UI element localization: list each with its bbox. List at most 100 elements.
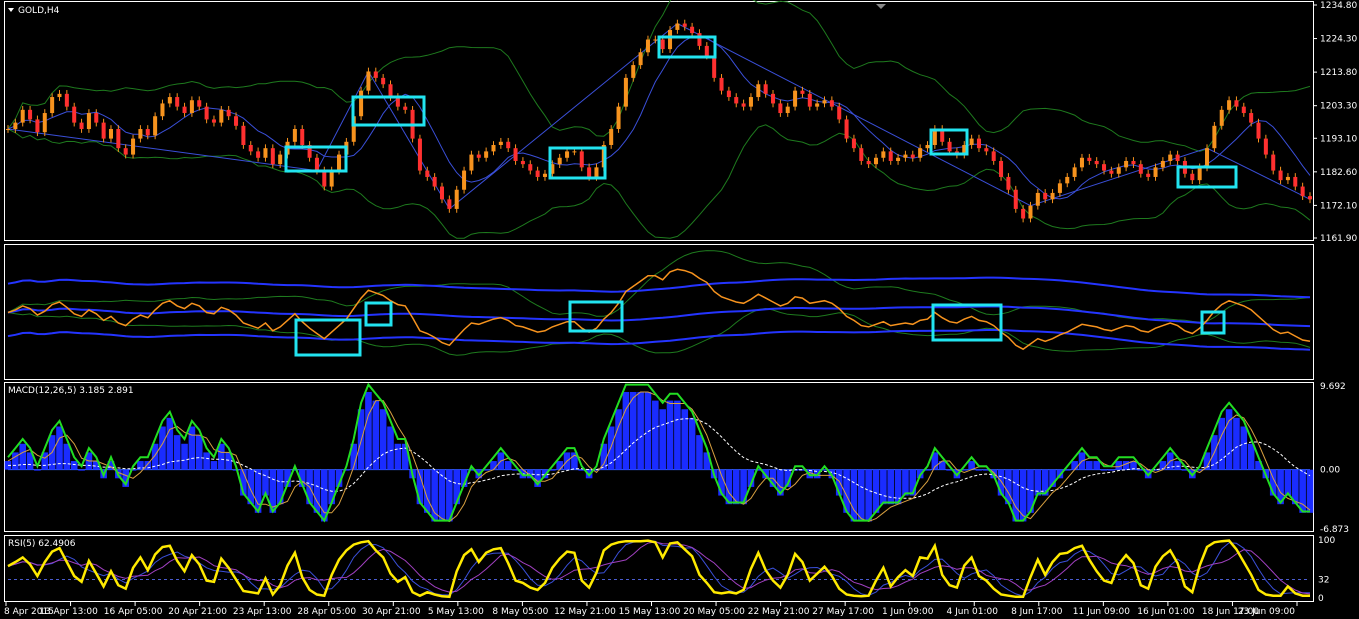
candle-body xyxy=(587,167,592,177)
candle-body xyxy=(270,148,275,165)
candle-body xyxy=(918,148,923,158)
macd-histogram-bar xyxy=(431,469,438,522)
macd-histogram-bar xyxy=(865,469,872,522)
candle-body xyxy=(579,151,584,168)
candle-body xyxy=(668,29,673,50)
candle-body xyxy=(373,71,378,78)
macd-histogram-bar xyxy=(70,461,78,470)
candle-body xyxy=(1256,122,1261,139)
candle-body xyxy=(5,129,11,131)
time-tick-label: 5 May 13:00 xyxy=(428,607,484,617)
candle-body xyxy=(1006,176,1011,190)
macd-histogram-bar xyxy=(629,391,637,470)
candle-body xyxy=(771,93,776,104)
macd-histogram-bar xyxy=(902,469,909,496)
candle-body xyxy=(300,129,305,145)
candle-body xyxy=(557,157,562,165)
macd-histogram-bar xyxy=(1233,417,1240,470)
candle-body xyxy=(609,129,614,145)
oscillator-plot xyxy=(7,250,1311,357)
candle-body xyxy=(1079,157,1084,168)
macd-tick-label: 9.692 xyxy=(1320,382,1346,392)
macd-histogram-bar xyxy=(696,435,703,470)
candle-body xyxy=(204,106,209,120)
price-tick-label: 1182.60 xyxy=(1320,168,1357,178)
time-tick-label: 8 Jun 17:00 xyxy=(1011,607,1063,617)
candle-body xyxy=(623,77,628,107)
candle-body xyxy=(1241,106,1246,114)
candle-body xyxy=(388,84,393,98)
candle-body xyxy=(1175,154,1180,161)
candle-body xyxy=(1271,154,1276,171)
candle-body xyxy=(462,170,467,190)
candle-body xyxy=(432,176,437,187)
macd-histogram-bar xyxy=(365,391,372,470)
symbol-dropdown-icon[interactable] xyxy=(8,8,14,12)
candle-body xyxy=(844,119,849,139)
price-tick-label: 1213.80 xyxy=(1320,68,1357,78)
candle-body xyxy=(86,113,91,130)
macd-histogram-bar xyxy=(218,443,225,470)
candle-body xyxy=(1227,100,1232,110)
candle-body xyxy=(322,170,327,187)
candle-body xyxy=(241,125,246,145)
candle-body xyxy=(101,122,106,139)
macd-histogram-bar xyxy=(857,469,865,522)
candle-body xyxy=(108,129,113,139)
rsi-plot xyxy=(7,539,1311,599)
candle-body xyxy=(1278,170,1283,181)
candle-body xyxy=(359,90,364,117)
candle-body xyxy=(903,154,908,158)
candle-body xyxy=(476,154,481,158)
price-tick-label: 1172.10 xyxy=(1320,201,1357,211)
candle-body xyxy=(697,33,702,46)
candle-body xyxy=(72,106,77,123)
candle-body xyxy=(1050,192,1055,200)
macd-histogram-bar xyxy=(880,469,887,505)
candle-body xyxy=(535,170,540,177)
candle-body xyxy=(1293,176,1298,187)
candle-body xyxy=(484,151,489,158)
candle-body xyxy=(1131,160,1136,165)
candle-body xyxy=(896,157,901,161)
macd-histogram-bar xyxy=(659,409,666,470)
candle-body xyxy=(498,141,503,145)
candle-body xyxy=(1072,167,1077,177)
macd-histogram-bar xyxy=(1240,426,1248,470)
macd-histogram-bar xyxy=(63,443,71,470)
chart-shift-marker-icon[interactable] xyxy=(876,4,886,9)
macd-histogram-bar xyxy=(622,391,630,470)
candle-body xyxy=(719,77,724,91)
moving-average-line xyxy=(7,35,1311,200)
candle-body xyxy=(189,100,194,114)
candle-body xyxy=(785,106,790,114)
candle-body xyxy=(263,148,268,158)
candle-body xyxy=(763,84,768,94)
time-tick-label: 8 May 05:00 xyxy=(492,607,548,617)
macd-histogram-bar xyxy=(34,469,41,471)
macd-histogram-bar xyxy=(887,469,895,505)
candle-body xyxy=(807,93,812,107)
chart-svg: GOLD,H4 MACD(12,26,5) 3.185 2.891 RSI(5)… xyxy=(4,0,1357,617)
candle-body xyxy=(1285,176,1290,181)
time-tick-label: 27 May 17:00 xyxy=(812,607,874,617)
macd-slow-line xyxy=(7,391,1311,523)
candle-body xyxy=(248,144,253,152)
candle-body xyxy=(403,106,408,110)
macd-histogram-bar xyxy=(1218,417,1226,470)
candle-body xyxy=(925,144,930,149)
candle-body xyxy=(991,151,996,161)
candle-body xyxy=(1300,186,1305,197)
candle-body xyxy=(748,97,753,107)
candle-body xyxy=(1234,100,1239,107)
macd-histogram-bar xyxy=(1108,469,1115,471)
macd-histogram-bar xyxy=(556,461,563,470)
macd-histogram-bar xyxy=(173,435,181,470)
candle-body xyxy=(1057,183,1062,193)
candle-body xyxy=(712,55,717,78)
candle-body xyxy=(145,129,150,136)
candle-body xyxy=(138,129,143,139)
macd-histogram-bar xyxy=(615,409,622,470)
time-tick-label: 12 May 21:00 xyxy=(554,607,616,617)
candle-body xyxy=(1146,173,1151,177)
